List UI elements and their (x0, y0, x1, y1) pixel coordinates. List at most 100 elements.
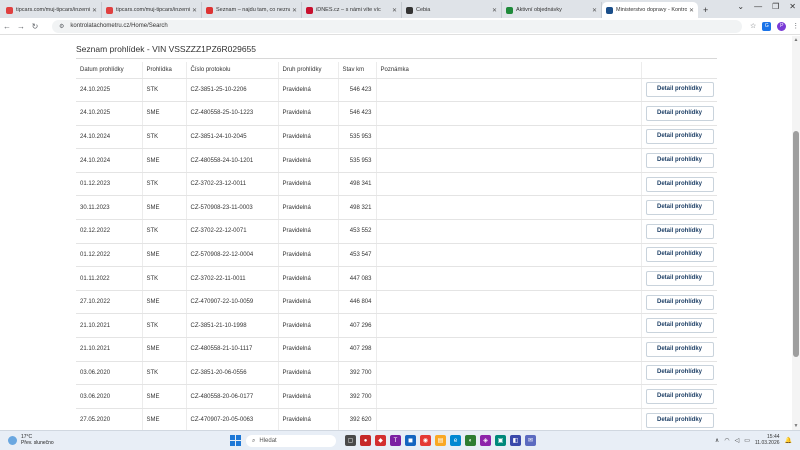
detail-inspection-button[interactable]: Detail prohlídky (645, 294, 714, 310)
wifi-icon[interactable]: ◠ (724, 437, 729, 444)
table-row: 02.12.2022 STK CZ-3702-22-12-0071 Pravideln… (76, 219, 717, 244)
tab-label: Aktivní objednávky (516, 7, 562, 13)
app-icon-mail[interactable]: ✉ (525, 435, 536, 446)
tray-chevron-icon[interactable]: ∧ (715, 437, 719, 444)
address-bar[interactable]: ⚙ kontrolatachometru.cz/Home/Search (52, 19, 742, 33)
cell-action: Detail prohlídky (641, 384, 717, 409)
start-button[interactable] (230, 435, 241, 446)
table-row: 01.12.2022 SME CZ-570908-22-12-0004 Pravide… (76, 243, 717, 268)
cell-inspection: STK (142, 125, 187, 150)
browser-tab[interactable]: tipcars.com/muj-tipcars/inzerni ✕ (102, 2, 202, 18)
page-scrollbar[interactable]: ▲ ▼ (792, 36, 800, 430)
cell-inspection: STK (142, 78, 187, 103)
detail-inspection-button[interactable]: Detail prohlídky (645, 223, 714, 239)
scroll-up-arrow-icon[interactable]: ▲ (792, 36, 800, 44)
edge-icon[interactable]: e (450, 435, 461, 446)
file-explorer-icon[interactable]: ▤ (435, 435, 446, 446)
close-window-button[interactable]: ✕ (789, 2, 796, 11)
cell-date: 24.10.2024 (76, 148, 143, 173)
new-tab-button[interactable]: + (698, 2, 713, 18)
cell-action: Detail prohlídky (641, 243, 717, 268)
cell-mileage: 498 341 (338, 172, 377, 197)
app-icon-indigo[interactable]: ◧ (510, 435, 521, 446)
detail-inspection-button[interactable]: Detail prohlídky (645, 271, 714, 287)
browser-tab[interactable]: iDNES.cz – s námi víte víc ✕ (302, 2, 402, 18)
minimize-button[interactable]: — (754, 2, 762, 11)
tab-close-icon[interactable]: ✕ (492, 7, 497, 14)
bookmark-star-icon[interactable]: ☆ (750, 22, 756, 30)
browser-tab[interactable]: Seznam – najdu tam, co nezná ✕ (202, 2, 302, 18)
cell-date: 27.10.2022 (76, 290, 143, 315)
col-header-protocol: Číslo protokolu (186, 62, 279, 79)
app-icon-game[interactable]: ◆ (375, 435, 386, 446)
tab-close-icon[interactable]: ✕ (292, 7, 297, 14)
weather-widget[interactable]: 17°C Přev. slunečno (8, 434, 54, 446)
cell-mileage: 446 804 (338, 290, 377, 315)
tab-search-icon[interactable]: ⌄ (737, 2, 744, 11)
tab-favicon-icon (406, 6, 413, 14)
tab-close-icon[interactable]: ✕ (592, 7, 597, 14)
cell-note (376, 408, 642, 430)
browser-tab[interactable]: Cebia ✕ (402, 2, 502, 18)
detail-inspection-button[interactable]: Detail prohlídky (645, 153, 714, 169)
tab-close-icon[interactable]: ✕ (192, 7, 197, 14)
cell-action: Detail prohlídky (641, 266, 717, 291)
notifications-icon[interactable]: 🔔 (785, 437, 792, 444)
tab-close-icon[interactable]: ✕ (92, 7, 97, 14)
browser-menu-icon[interactable]: ⋮ (792, 22, 799, 30)
browser-tab[interactable]: Ministerstvo dopravy - Kontrol ✕ (602, 2, 698, 18)
app-icon-purple[interactable]: ◈ (480, 435, 491, 446)
cell-protocol: CZ-480558-25-10-1223 (186, 101, 279, 126)
scroll-thumb[interactable] (793, 131, 799, 357)
back-arrow-icon[interactable]: ← (0, 22, 14, 31)
maximize-button[interactable]: ❐ (772, 2, 779, 11)
extension-icon[interactable]: G (762, 21, 772, 31)
detail-inspection-button[interactable]: Detail prohlídky (645, 129, 714, 145)
cell-protocol: CZ-480558-21-10-1117 (186, 337, 279, 362)
app-icon-blue[interactable]: ◼ (405, 435, 416, 446)
cell-action: Detail prohlídky (641, 408, 717, 430)
browser-tab-strip: tipcars.com/muj-tipcars/inzerni ✕ tipcars.… (0, 0, 800, 18)
cell-note (376, 172, 642, 197)
forward-arrow-icon[interactable]: → (14, 22, 28, 31)
detail-inspection-button[interactable]: Detail prohlídky (645, 200, 714, 216)
tab-close-icon[interactable]: ✕ (689, 7, 694, 14)
cell-protocol: CZ-3851-21-10-1998 (186, 313, 279, 339)
app-icon-red[interactable]: ● (360, 435, 371, 446)
detail-inspection-button[interactable]: Detail prohlídky (645, 412, 714, 428)
detail-inspection-button[interactable]: Detail prohlídky (645, 105, 714, 121)
taskbar-search[interactable]: ⌕ Hledat (246, 435, 336, 447)
detail-inspection-button[interactable]: Detail prohlídky (645, 389, 714, 405)
profile-avatar[interactable]: P (777, 21, 787, 31)
tab-favicon-icon (106, 6, 113, 14)
detail-inspection-button[interactable]: Detail prohlídky (645, 318, 714, 334)
tab-label: Seznam – najdu tam, co nezná (216, 7, 290, 13)
site-info-icon[interactable]: ⚙ (59, 23, 64, 30)
scroll-down-arrow-icon[interactable]: ▼ (792, 422, 800, 430)
col-header-inspection: Prohlídka (142, 62, 187, 79)
chrome-icon[interactable]: ◉ (420, 435, 431, 446)
cell-date: 01.12.2022 (76, 243, 143, 268)
browser-tab[interactable]: tipcars.com/muj-tipcars/inzerni ✕ (2, 2, 102, 18)
cell-mileage: 392 620 (338, 408, 377, 430)
task-view-icon[interactable]: ▢ (345, 435, 356, 446)
col-header-mileage: Stav km (338, 62, 377, 79)
app-icon-green[interactable]: ◐ (465, 435, 476, 446)
detail-inspection-button[interactable]: Detail prohlídky (645, 365, 714, 381)
cell-mileage: 447 083 (338, 266, 377, 291)
app-icon-teal[interactable]: ▣ (495, 435, 506, 446)
detail-inspection-button[interactable]: Detail prohlídky (645, 247, 714, 263)
app-icon-teams[interactable]: T (390, 435, 401, 446)
cell-protocol: CZ-570908-22-12-0004 (186, 243, 279, 268)
clock[interactable]: 15:44 11.03.2026 (755, 434, 780, 446)
battery-icon[interactable]: ▭ (744, 437, 750, 444)
detail-inspection-button[interactable]: Detail prohlídky (645, 82, 714, 98)
cell-mileage: 407 298 (338, 337, 377, 362)
detail-inspection-button[interactable]: Detail prohlídky (645, 341, 714, 357)
browser-tab[interactable]: Aktivní objednávky ✕ (502, 2, 602, 18)
volume-icon[interactable]: ◁ (735, 437, 740, 444)
reload-icon[interactable]: ↻ (28, 22, 42, 31)
detail-inspection-button[interactable]: Detail prohlídky (645, 176, 714, 192)
tab-close-icon[interactable]: ✕ (392, 7, 397, 14)
cell-date: 24.10.2024 (76, 125, 143, 150)
